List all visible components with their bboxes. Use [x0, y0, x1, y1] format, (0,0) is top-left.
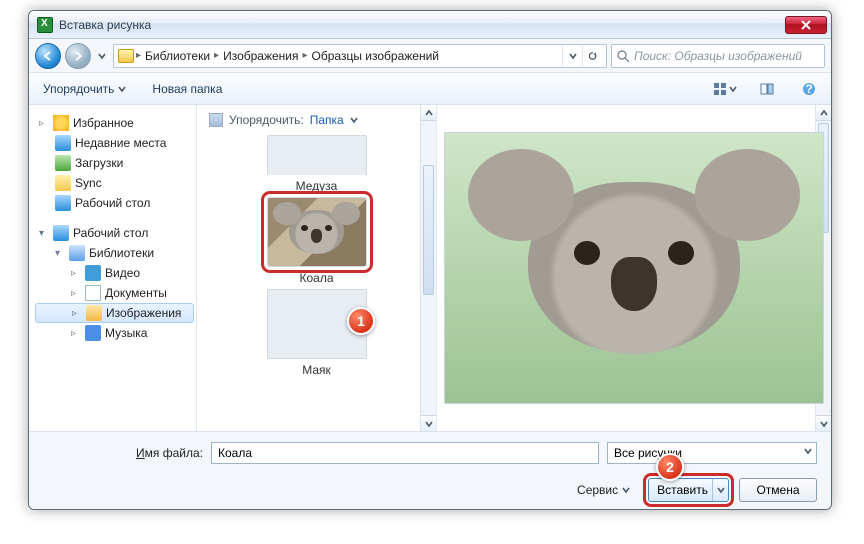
nav-videos[interactable]: ▹Видео — [35, 263, 194, 283]
nav-libraries[interactable]: ▾Библиотеки — [35, 243, 194, 263]
preview-image — [444, 132, 824, 404]
recent-icon — [55, 135, 71, 151]
nav-row: ▸ Библиотеки ▸ Изображения ▸ Образцы изо… — [29, 39, 831, 73]
file-item-selected[interactable]: Коала — [257, 197, 377, 285]
tools-menu[interactable]: Сервис — [577, 483, 630, 497]
footer: Имя файла: Все рисунки Сервис Вставить О… — [29, 431, 831, 509]
file-type-filter[interactable]: Все рисунки — [607, 442, 817, 464]
thumbnail — [267, 135, 367, 175]
scroll-up-icon[interactable] — [421, 105, 436, 121]
nav-music[interactable]: ▹Музыка — [35, 323, 194, 343]
insert-button[interactable]: Вставить — [648, 478, 729, 502]
back-button[interactable] — [35, 43, 61, 69]
insert-dropdown[interactable] — [712, 479, 728, 501]
annotation-badge-2: 2 — [656, 453, 684, 481]
help-button[interactable]: ? — [795, 78, 823, 100]
list-arrange[interactable]: Упорядочить: Папка — [201, 111, 432, 135]
new-folder-button[interactable]: Новая папка — [146, 79, 228, 99]
view-mode-button[interactable] — [711, 78, 739, 100]
search-icon — [616, 49, 630, 63]
forward-button[interactable] — [65, 43, 91, 69]
excel-icon — [37, 17, 53, 33]
stack-icon — [209, 113, 223, 127]
libraries-icon — [69, 245, 85, 261]
close-button[interactable] — [785, 16, 827, 34]
star-icon — [53, 115, 69, 131]
window-title: Вставка рисунка — [59, 18, 785, 32]
desktop-icon — [55, 195, 71, 211]
toolbar: Упорядочить Новая папка ? — [29, 73, 831, 105]
chevron-down-icon — [804, 447, 812, 455]
nav-sync[interactable]: Sync — [35, 173, 194, 193]
nav-desktop-fav[interactable]: Рабочий стол — [35, 193, 194, 213]
scroll-thumb[interactable] — [423, 165, 434, 295]
desktop-icon — [53, 225, 69, 241]
refresh-button[interactable] — [582, 46, 602, 66]
cancel-button[interactable]: Отмена — [739, 478, 817, 502]
thumbnail — [267, 197, 367, 267]
music-icon — [85, 325, 101, 341]
search-input[interactable]: Поиск: Образцы изображений — [611, 44, 825, 68]
preview-pane-button[interactable] — [753, 78, 781, 100]
pictures-icon — [86, 305, 102, 321]
annotation-badge-1: 1 — [347, 307, 375, 335]
nav-downloads[interactable]: Загрузки — [35, 153, 194, 173]
breadcrumb-seg[interactable]: Образцы изображений — [308, 49, 443, 63]
sync-icon — [55, 175, 71, 191]
svg-text:?: ? — [805, 82, 812, 96]
breadcrumb-seg[interactable]: Изображения — [219, 49, 302, 63]
filename-label: Имя файла: — [43, 446, 203, 460]
titlebar[interactable]: Вставка рисунка — [29, 11, 831, 39]
preview-pane — [437, 105, 831, 431]
video-icon — [85, 265, 101, 281]
file-list: Упорядочить: Папка Медуза Коала Маяк — [197, 105, 437, 431]
folder-icon — [118, 49, 134, 63]
address-bar[interactable]: ▸ Библиотеки ▸ Изображения ▸ Образцы изо… — [113, 44, 607, 68]
addr-dropdown[interactable] — [562, 46, 582, 66]
nav-recent[interactable]: Недавние места — [35, 133, 194, 153]
organize-menu[interactable]: Упорядочить — [37, 79, 132, 99]
nav-documents[interactable]: ▹Документы — [35, 283, 194, 303]
chevron-down-icon — [622, 486, 630, 494]
navigation-pane: ▹Избранное Недавние места Загрузки Sync … — [29, 105, 197, 431]
scroll-down-icon[interactable] — [421, 415, 436, 431]
document-icon — [85, 285, 101, 301]
nav-desktop[interactable]: ▾Рабочий стол — [35, 223, 194, 243]
list-scrollbar[interactable] — [420, 105, 436, 431]
nav-favorites[interactable]: ▹Избранное — [35, 113, 194, 133]
file-item[interactable]: Медуза — [257, 135, 377, 193]
search-placeholder: Поиск: Образцы изображений — [634, 49, 802, 63]
history-dropdown[interactable] — [95, 43, 109, 69]
insert-picture-dialog: Вставка рисунка ▸ Библиотеки ▸ Изображен… — [28, 10, 832, 510]
downloads-icon — [55, 155, 71, 171]
filename-input[interactable] — [211, 442, 599, 464]
nav-pictures[interactable]: ▹Изображения — [35, 303, 194, 323]
breadcrumb-seg[interactable]: Библиотеки — [141, 49, 214, 63]
chevron-down-icon — [350, 116, 358, 124]
